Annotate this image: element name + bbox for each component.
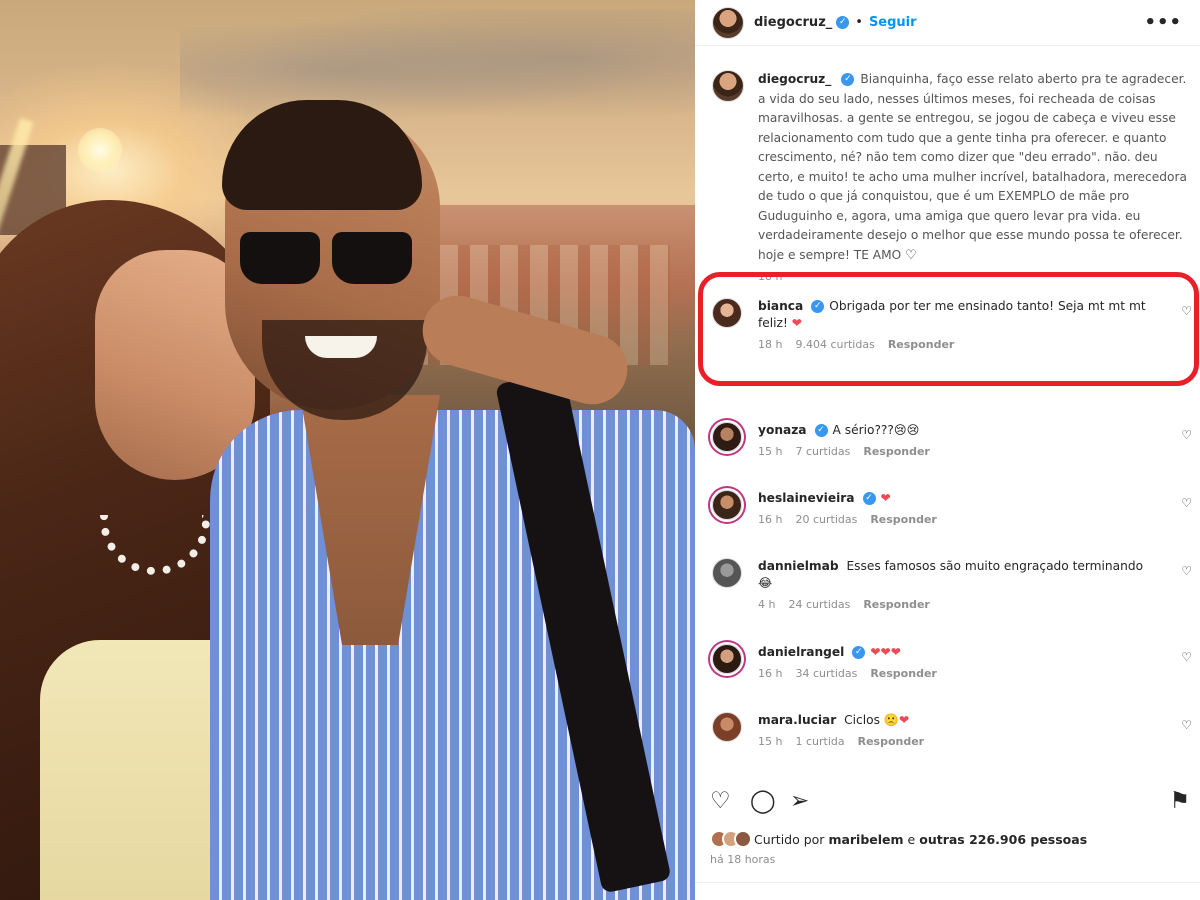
- comment-time: 15 h: [758, 735, 783, 748]
- verified-icon: ✓: [852, 646, 866, 659]
- caption-username[interactable]: diegocruz_: [758, 72, 831, 86]
- liked-by-others[interactable]: outras 226.906 pessoas: [919, 832, 1087, 847]
- sunglasses: [240, 232, 415, 290]
- comment-time: 16 h: [758, 513, 783, 526]
- commenter-avatar[interactable]: [712, 712, 742, 742]
- comment-like-icon[interactable]: ♡: [1181, 496, 1192, 510]
- divider: [695, 882, 1200, 883]
- liked-by-middle: e: [907, 831, 916, 847]
- reply-button[interactable]: Responder: [870, 667, 937, 680]
- liked-by[interactable]: Curtido por maribelem e outras 226.906 p…: [710, 830, 1087, 848]
- comment-item: yonaza ✓ A sério???😢😢 15 h 7 curtidas Respon…: [712, 422, 1192, 458]
- separator-dot: •: [855, 15, 863, 30]
- comment-username[interactable]: dannielmab: [758, 559, 839, 573]
- comment-like-icon[interactable]: ♡: [1181, 650, 1192, 664]
- comment-time: 15 h: [758, 445, 783, 458]
- caption-text: Bianquinha, faço esse relato aberto pra …: [758, 72, 1187, 262]
- comment-likes[interactable]: 24 curtidas: [788, 598, 850, 611]
- verified-icon: ✓: [836, 16, 850, 29]
- comment-time: 4 h: [758, 598, 776, 611]
- heart-outline-icon: ♡: [905, 247, 917, 263]
- heart-emoji: ❤: [880, 491, 891, 505]
- post-panel: diegocruz_ ✓ • Seguir ••• diegocruz_ ✓ Bia…: [695, 0, 1200, 900]
- author-avatar[interactable]: [712, 6, 744, 39]
- reply-button[interactable]: Responder: [858, 735, 925, 748]
- reply-button[interactable]: Responder: [863, 445, 930, 458]
- emoji: 🙁❤: [883, 713, 910, 727]
- author-username[interactable]: diegocruz_: [754, 15, 832, 30]
- comment-time: 16 h: [758, 667, 783, 680]
- post-photo[interactable]: [0, 0, 695, 900]
- highlight-box: [698, 272, 1199, 386]
- comment-like-icon[interactable]: ♡: [1181, 564, 1192, 578]
- emoji: 😂: [758, 576, 773, 590]
- comment-item: danielrangel ✓ ❤❤❤ 16 h 34 curtidas Responde…: [712, 644, 1192, 680]
- comment-username[interactable]: mara.luciar: [758, 713, 836, 727]
- comment-text: Esses famosos são muito engraçado termin…: [846, 559, 1144, 573]
- verified-icon: ✓: [862, 492, 876, 505]
- liked-by-prefix: Curtido por: [754, 831, 825, 847]
- commenter-avatar[interactable]: [712, 558, 742, 588]
- comment-likes[interactable]: 20 curtidas: [795, 513, 857, 526]
- post-time: há 18 horas: [710, 853, 776, 866]
- share-icon[interactable]: ➢: [790, 788, 809, 814]
- comment-likes[interactable]: 1 curtida: [795, 735, 844, 748]
- post-actions: ♡ ◯ ➢ ⚑: [710, 788, 1190, 816]
- like-icon[interactable]: ♡: [710, 788, 731, 814]
- emoji: 😢😢: [893, 423, 920, 437]
- reply-button[interactable]: Responder: [863, 598, 930, 611]
- comment-item: mara.luciar Ciclos 🙁❤ 15 h 1 curtida Respo…: [712, 712, 1192, 748]
- sun: [78, 128, 122, 172]
- comment-icon[interactable]: ◯: [750, 788, 776, 814]
- heart-emoji: ❤❤❤: [870, 645, 901, 659]
- clouds: [180, 10, 695, 130]
- comment-like-icon[interactable]: ♡: [1181, 428, 1192, 442]
- liker-avatars: [710, 830, 752, 848]
- comment-text: Ciclos: [844, 713, 880, 727]
- verified-icon: ✓: [841, 73, 855, 86]
- comment-text: A sério???: [832, 423, 894, 437]
- commenter-avatar[interactable]: [712, 490, 742, 520]
- caption-avatar[interactable]: [712, 70, 744, 102]
- reply-button[interactable]: Responder: [870, 513, 937, 526]
- follow-button[interactable]: Seguir: [869, 15, 917, 30]
- comment-username[interactable]: danielrangel: [758, 645, 844, 659]
- comment-likes[interactable]: 34 curtidas: [795, 667, 857, 680]
- comment-likes[interactable]: 7 curtidas: [795, 445, 850, 458]
- post-caption: diegocruz_ ✓ Bianquinha, faço esse relato …: [712, 70, 1192, 287]
- comment-item: dannielmab Esses famosos são muito engra…: [712, 558, 1192, 611]
- more-options-icon[interactable]: •••: [1144, 12, 1182, 33]
- commenter-avatar[interactable]: [712, 644, 742, 674]
- save-icon[interactable]: ⚑: [1169, 788, 1190, 814]
- comment-username[interactable]: yonaza: [758, 423, 807, 437]
- verified-icon: ✓: [814, 424, 828, 437]
- commenter-avatar[interactable]: [712, 422, 742, 452]
- comment-item: heslainevieira ✓ ❤ 16 h 20 curtidas Responde…: [712, 490, 1192, 526]
- comment-like-icon[interactable]: ♡: [1181, 718, 1192, 732]
- liked-by-user[interactable]: maribelem: [828, 832, 903, 847]
- post-header: diegocruz_ ✓ • Seguir •••: [695, 0, 1200, 46]
- comment-username[interactable]: heslainevieira: [758, 491, 855, 505]
- smile: [305, 336, 377, 358]
